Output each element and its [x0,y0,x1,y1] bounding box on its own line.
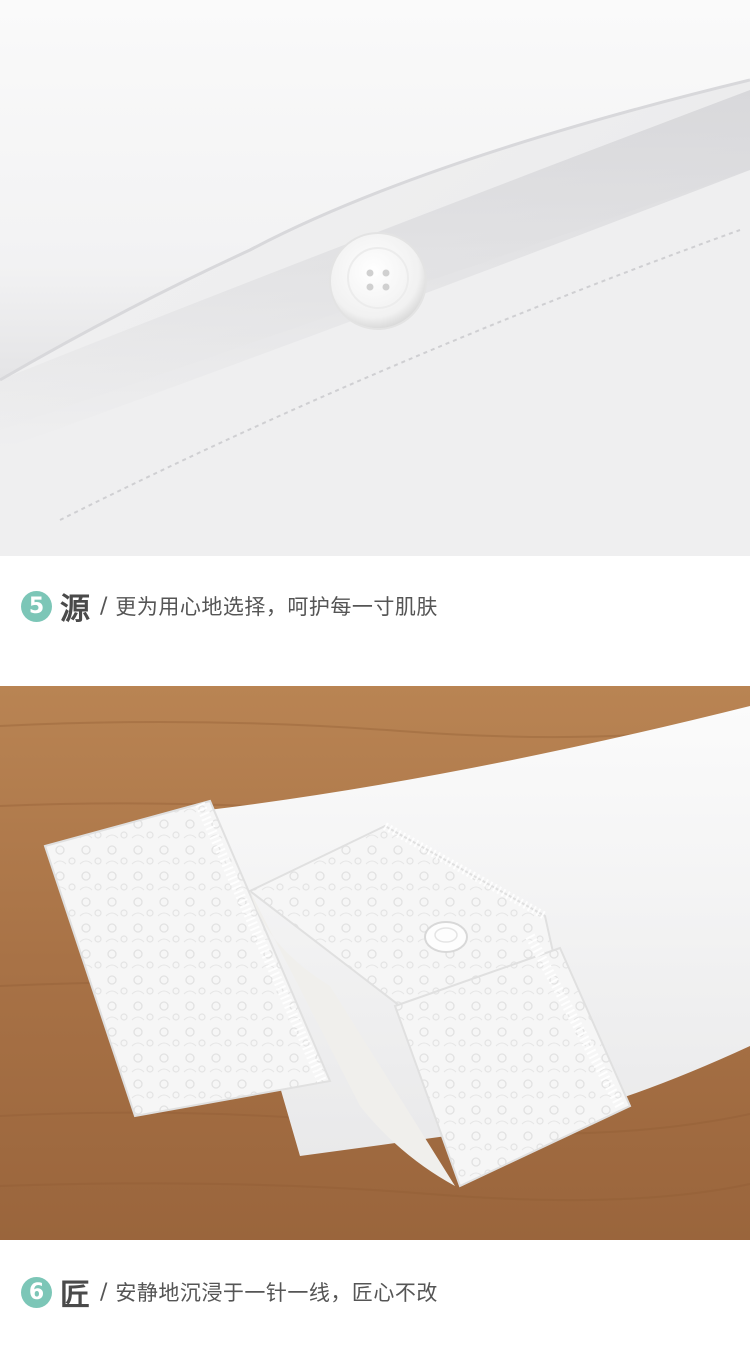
section-caption-6: 6 匠 / 安静地沉浸于一针一线，匠心不改 [21,1272,438,1313]
separator: / [100,593,108,619]
separator: / [100,1279,108,1305]
section-title: 源 [60,592,90,627]
embroidered-cuff-photo [0,686,750,1240]
section-description: 安静地沉浸于一针一线，匠心不改 [115,1281,438,1305]
embroidered-cuff-illustration [0,686,750,1240]
shirt-placket-photo [0,0,750,556]
shirt-placket-illustration [0,0,750,556]
number-badge: 6 [21,1276,52,1308]
section-description: 更为用心地选择，呵护每一寸肌肤 [115,595,438,619]
number-badge: 5 [21,590,52,622]
section-title: 匠 [60,1278,90,1313]
section-caption-5: 5 源 / 更为用心地选择，呵护每一寸肌肤 [21,586,438,627]
